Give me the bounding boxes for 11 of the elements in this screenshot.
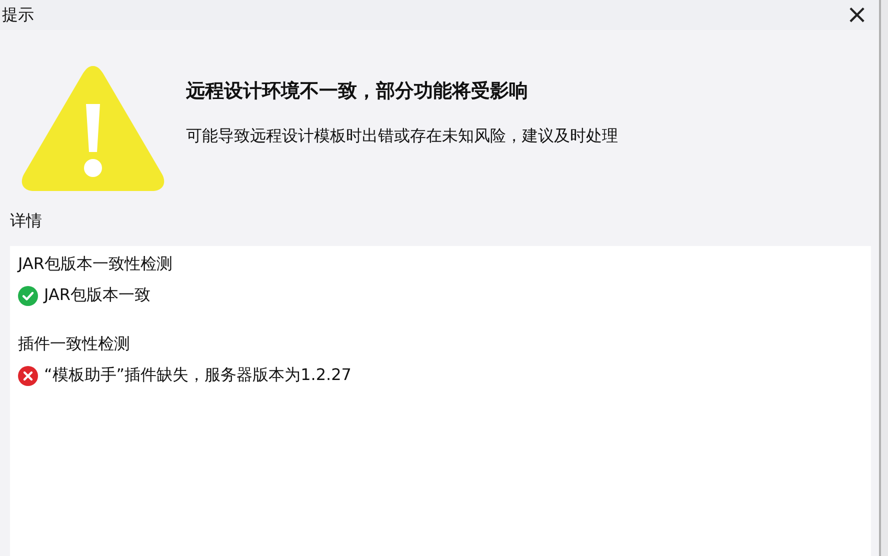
- check-result: “模板助手”插件缺失，服务器版本为1.2.27: [44, 365, 352, 386]
- check-title: 插件一致性检测: [18, 334, 131, 355]
- error-icon: [18, 366, 38, 386]
- warning-message: 可能导致远程设计模板时出错或存在未知风险，建议及时处理: [186, 126, 618, 147]
- details-label: 详情: [10, 211, 43, 232]
- check-icon: [18, 286, 38, 306]
- warning-heading: 远程设计环境不一致，部分功能将受影响: [186, 79, 529, 104]
- close-button[interactable]: ×: [837, 2, 877, 28]
- check-result: JAR包版本一致: [44, 285, 150, 306]
- window-title: 提示: [1, 4, 34, 26]
- check-title: JAR包版本一致性检测: [18, 254, 174, 275]
